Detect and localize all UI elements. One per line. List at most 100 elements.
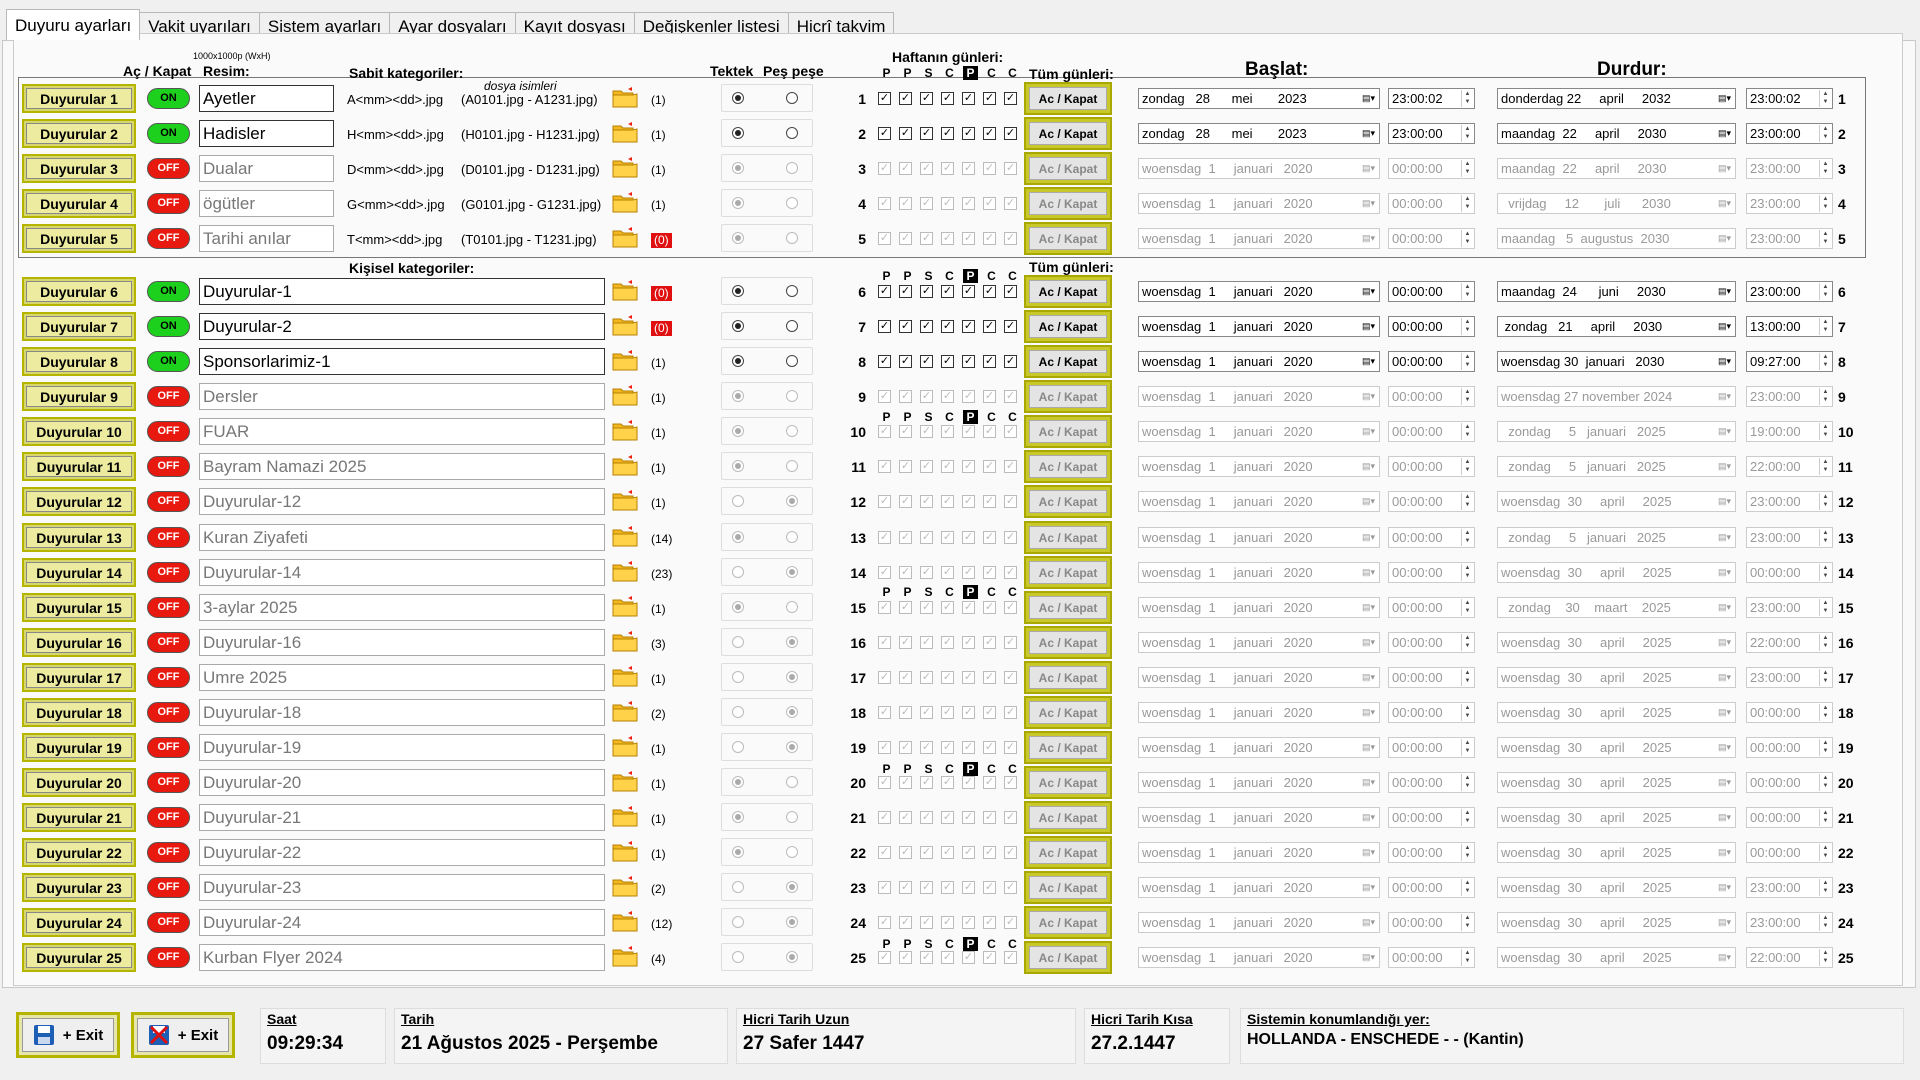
end-time-input-14[interactable]: 00:00:00 ▲ ▼ [1746, 561, 1833, 583]
end-date-picker-7[interactable]: zondag 21 april 2030 ▤▾ [1497, 316, 1736, 338]
duyuru-button-15[interactable]: Duyurular 15 [22, 592, 136, 622]
start-time-input-4[interactable]: 00:00:00 ▲ ▼ [1388, 193, 1475, 214]
ac-kapat-button-6[interactable]: Ac / Kapat [1024, 275, 1112, 308]
ac-kapat-button-5[interactable]: Ac / Kapat [1024, 222, 1112, 255]
day-checkbox-16-2[interactable]: ✓ [920, 635, 933, 649]
end-date-picker-22[interactable]: woensdag 30 april 2025 ▤▾ [1497, 842, 1736, 864]
day-checkbox-2-3[interactable]: ✓ [941, 127, 954, 140]
end-time-input-2[interactable]: 23:00:00 ▲ ▼ [1746, 123, 1833, 144]
day-checkbox-11-1[interactable]: ✓ [899, 460, 912, 474]
category-name-input-14[interactable]: Duyurular-14 [199, 558, 605, 586]
end-time-input-7[interactable]: 13:00:00 ▲ ▼ [1746, 316, 1833, 338]
day-checkbox-2-4[interactable]: ✓ [962, 127, 975, 140]
day-checkbox-8-6[interactable]: ✓ [1004, 355, 1017, 369]
duyuru-button-2[interactable]: Duyurular 2 [22, 119, 136, 148]
end-time-input-19[interactable]: 00:00:00 ▲ ▼ [1746, 736, 1833, 758]
pespese-radio-21[interactable] [786, 811, 798, 823]
day-checkbox-20-4[interactable]: ✓ [962, 776, 975, 789]
start-time-input-24[interactable]: 00:00:00 ▲ ▼ [1388, 912, 1475, 934]
category-name-input-12[interactable]: Duyurular-12 [199, 488, 605, 516]
start-date-picker-9[interactable]: woensdag 1 januari 2020 ▤▾ [1138, 386, 1380, 408]
day-checkbox-8-2[interactable]: ✓ [920, 355, 933, 369]
day-checkbox-24-2[interactable]: ✓ [920, 916, 933, 930]
end-time-input-16[interactable]: 22:00:00 ▲ ▼ [1746, 631, 1833, 653]
spin-arrows-icon[interactable]: ▲ ▼ [1819, 598, 1831, 616]
folder-open-icon[interactable] [612, 735, 638, 758]
end-time-input-12[interactable]: 23:00:00 ▲ ▼ [1746, 491, 1833, 513]
folder-open-icon[interactable] [612, 489, 638, 512]
start-time-input-12[interactable]: 00:00:00 ▲ ▼ [1388, 491, 1475, 513]
spin-arrows-icon[interactable]: ▲ ▼ [1819, 949, 1831, 967]
folder-open-icon[interactable] [612, 349, 638, 372]
day-checkbox-4-3[interactable]: ✓ [941, 197, 954, 210]
day-checkbox-20-1[interactable]: ✓ [899, 776, 912, 789]
day-checkbox-22-3[interactable]: ✓ [941, 846, 954, 860]
start-date-picker-14[interactable]: woensdag 1 januari 2020 ▤▾ [1138, 561, 1380, 583]
spin-arrows-icon[interactable]: ▲ ▼ [1819, 125, 1831, 142]
duyuru-button-10[interactable]: Duyurular 10 [22, 417, 136, 447]
day-checkbox-10-0[interactable]: ✓ [878, 425, 891, 439]
spin-arrows-icon[interactable]: ▲ ▼ [1819, 809, 1831, 826]
start-time-input-6[interactable]: 00:00:00 ▲ ▼ [1388, 281, 1475, 302]
spin-arrows-icon[interactable]: ▲ ▼ [1819, 160, 1831, 177]
day-checkbox-7-3[interactable]: ✓ [941, 320, 954, 334]
folder-open-icon[interactable] [612, 191, 638, 214]
duyuru-button-20[interactable]: Duyurular 20 [22, 768, 136, 797]
day-checkbox-22-0[interactable]: ✓ [878, 846, 891, 860]
spin-arrows-icon[interactable]: ▲ ▼ [1461, 353, 1473, 371]
start-time-input-2[interactable]: 23:00:00 ▲ ▼ [1388, 123, 1475, 144]
day-checkbox-15-6[interactable]: ✓ [1004, 600, 1017, 614]
day-checkbox-6-5[interactable]: ✓ [983, 285, 996, 298]
day-checkbox-8-3[interactable]: ✓ [941, 355, 954, 369]
ac-kapat-button-8[interactable]: Ac / Kapat [1024, 345, 1112, 379]
day-checkbox-24-4[interactable]: ✓ [962, 916, 975, 930]
folder-open-icon[interactable] [612, 384, 638, 407]
start-date-picker-16[interactable]: woensdag 1 januari 2020 ▤▾ [1138, 631, 1380, 653]
on-off-toggle-25[interactable]: OFF [147, 947, 190, 969]
start-date-picker-20[interactable]: woensdag 1 januari 2020 ▤▾ [1138, 772, 1380, 793]
day-checkbox-5-6[interactable]: ✓ [1004, 232, 1017, 245]
end-time-input-25[interactable]: 22:00:00 ▲ ▼ [1746, 947, 1833, 969]
day-checkbox-3-3[interactable]: ✓ [941, 162, 954, 175]
day-checkbox-2-2[interactable]: ✓ [920, 127, 933, 140]
day-checkbox-17-5[interactable]: ✓ [983, 670, 996, 684]
day-checkbox-6-6[interactable]: ✓ [1004, 285, 1017, 298]
category-name-input-13[interactable]: Kuran Ziyafeti [199, 523, 605, 551]
day-checkbox-8-5[interactable]: ✓ [983, 355, 996, 369]
start-date-picker-2[interactable]: zondag 28 mei 2023 ▤▾ [1138, 123, 1380, 144]
start-time-input-15[interactable]: 00:00:00 ▲ ▼ [1388, 596, 1475, 618]
category-name-input-16[interactable]: Duyurular-16 [199, 628, 605, 656]
day-checkbox-14-0[interactable]: ✓ [878, 565, 891, 579]
day-checkbox-15-2[interactable]: ✓ [920, 600, 933, 614]
folder-open-icon[interactable] [612, 86, 638, 109]
ac-kapat-button-1[interactable]: Ac / Kapat [1024, 82, 1112, 115]
day-checkbox-22-6[interactable]: ✓ [1004, 846, 1017, 860]
on-off-toggle-2[interactable]: ON [147, 123, 190, 144]
day-checkbox-19-2[interactable]: ✓ [920, 740, 933, 754]
day-checkbox-14-3[interactable]: ✓ [941, 565, 954, 579]
day-checkbox-23-1[interactable]: ✓ [899, 881, 912, 895]
start-time-input-10[interactable]: 00:00:00 ▲ ▼ [1388, 421, 1475, 443]
folder-open-icon[interactable] [612, 840, 638, 863]
tektek-radio-19[interactable] [732, 740, 744, 753]
spin-arrows-icon[interactable]: ▲ ▼ [1819, 914, 1831, 932]
duyuru-button-11[interactable]: Duyurular 11 [22, 452, 136, 482]
end-date-picker-20[interactable]: woensdag 30 april 2025 ▤▾ [1497, 772, 1736, 793]
on-off-toggle-15[interactable]: OFF [147, 596, 190, 618]
day-checkbox-2-0[interactable]: ✓ [878, 127, 891, 140]
end-time-input-6[interactable]: 23:00:00 ▲ ▼ [1746, 281, 1833, 302]
day-checkbox-21-6[interactable]: ✓ [1004, 811, 1017, 824]
day-checkbox-25-1[interactable]: ✓ [899, 951, 912, 965]
day-checkbox-6-4[interactable]: ✓ [962, 285, 975, 298]
spin-arrows-icon[interactable]: ▲ ▼ [1819, 703, 1831, 721]
day-checkbox-2-6[interactable]: ✓ [1004, 127, 1017, 140]
tektek-radio-20[interactable] [732, 776, 744, 788]
start-date-picker-23[interactable]: woensdag 1 januari 2020 ▤▾ [1138, 877, 1380, 899]
category-name-input-17[interactable]: Umre 2025 [199, 663, 605, 691]
day-checkbox-21-0[interactable]: ✓ [878, 811, 891, 824]
day-checkbox-5-5[interactable]: ✓ [983, 232, 996, 245]
folder-open-icon[interactable] [612, 770, 638, 793]
category-name-input-18[interactable]: Duyurular-18 [199, 698, 605, 726]
spin-arrows-icon[interactable]: ▲ ▼ [1819, 774, 1831, 791]
on-off-toggle-23[interactable]: OFF [147, 877, 190, 899]
